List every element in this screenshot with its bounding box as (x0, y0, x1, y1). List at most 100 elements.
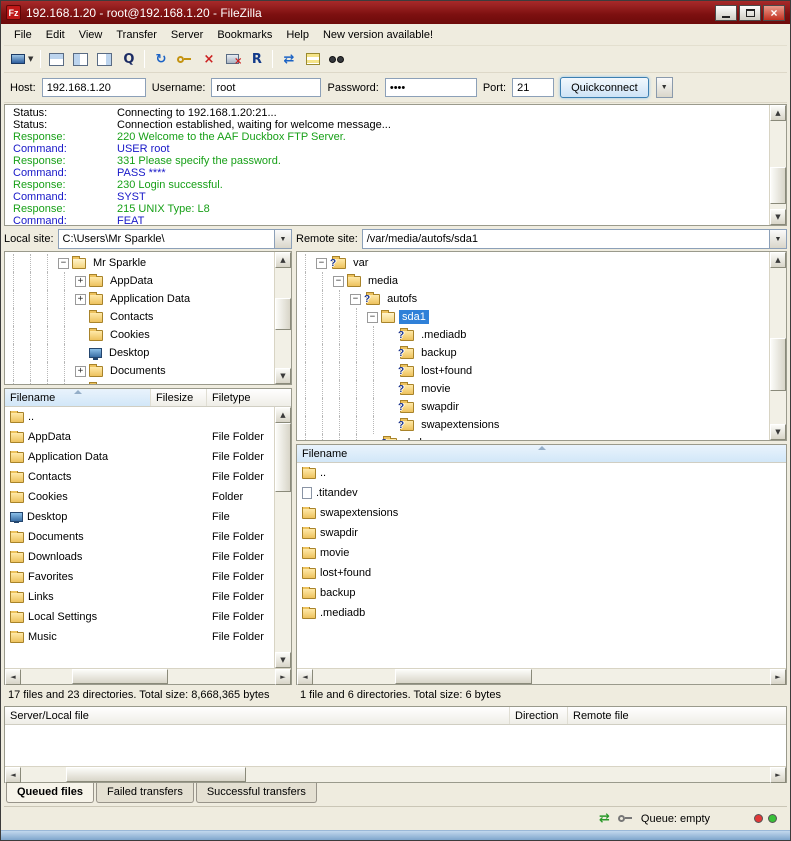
tree-item-contacts[interactable]: Contacts (5, 308, 274, 326)
local-file-row-contacts[interactable]: ContactsFile Folder (5, 467, 274, 487)
remote-file-row-lost-found[interactable]: lost+found (297, 563, 786, 583)
scroll-right-button[interactable] (275, 669, 291, 685)
column-header-filesize[interactable]: Filesize (151, 389, 207, 406)
menu-item-new-version-available[interactable]: New version available! (316, 26, 440, 44)
tree-item-var[interactable]: var (297, 254, 769, 272)
tree-item-lost-found[interactable]: lost+found (297, 362, 769, 380)
scroll-right-button[interactable] (770, 767, 786, 783)
tree-item-label[interactable]: Contacts (107, 310, 156, 324)
titlebar[interactable]: 192.168.1.20 - root@192.168.1.20 - FileZ… (1, 1, 790, 24)
scroll-left-button[interactable] (5, 669, 21, 685)
collapse-icon[interactable] (333, 276, 344, 287)
tree-item-movie[interactable]: movie (297, 380, 769, 398)
quickconnect-button[interactable]: Quickconnect (560, 77, 649, 98)
scroll-track[interactable] (313, 669, 770, 684)
tree-item-label[interactable]: AppData (107, 274, 156, 288)
column-header-filename[interactable]: Filename (5, 389, 151, 406)
tree-item-swapextensions[interactable]: swapextensions (297, 416, 769, 434)
scroll-down-button[interactable] (275, 368, 291, 384)
queue-hscrollbar[interactable] (5, 766, 786, 782)
quickconnect-dropdown-button[interactable] (656, 77, 673, 98)
tree-item-autofs[interactable]: autofs (297, 290, 769, 308)
remote-file-row-item[interactable]: .. (297, 463, 786, 483)
tree-item-sda1[interactable]: sda1 (297, 308, 769, 326)
local-file-row-documents[interactable]: DocumentsFile Folder (5, 527, 274, 547)
collapse-icon[interactable] (350, 294, 361, 305)
menu-item-bookmarks[interactable]: Bookmarks (210, 26, 279, 44)
local-file-row-cookies[interactable]: CookiesFolder (5, 487, 274, 507)
local-file-row-application-data[interactable]: Application DataFile Folder (5, 447, 274, 467)
remote-list-hscrollbar[interactable] (297, 668, 786, 684)
tree-item-mediadb[interactable]: .mediadb (297, 326, 769, 344)
scroll-thumb[interactable] (275, 423, 291, 492)
directory-comparison-button[interactable]: ⇄ (277, 48, 300, 70)
scroll-up-button[interactable] (770, 105, 786, 121)
tree-item-label[interactable]: lost+found (418, 364, 475, 378)
toggle-remote-tree-button[interactable] (93, 48, 116, 70)
menu-item-transfer[interactable]: Transfer (109, 26, 164, 44)
remote-file-row-backup[interactable]: backup (297, 583, 786, 603)
local-file-row-local-settings[interactable]: Local SettingsFile Folder (5, 607, 274, 627)
expand-icon[interactable] (75, 294, 86, 305)
scroll-up-button[interactable] (770, 252, 786, 268)
scroll-down-button[interactable] (770, 424, 786, 440)
expand-icon[interactable] (75, 384, 86, 385)
scroll-down-button[interactable] (770, 209, 786, 225)
cancel-button[interactable]: × (197, 48, 220, 70)
site-manager-button[interactable] (8, 48, 36, 70)
local-list-scrollbar[interactable] (274, 407, 291, 668)
scroll-thumb[interactable] (275, 298, 291, 330)
scroll-track[interactable] (770, 268, 786, 424)
tree-item-cookies[interactable]: Cookies (5, 326, 274, 344)
menu-item-help[interactable]: Help (279, 26, 316, 44)
scroll-left-button[interactable] (5, 767, 21, 783)
maximize-button[interactable] (739, 5, 761, 21)
remote-file-row-movie[interactable]: movie (297, 543, 786, 563)
scroll-down-button[interactable] (275, 652, 291, 668)
tree-item-label[interactable]: Downloads (107, 382, 167, 384)
tree-item-swapdir[interactable]: swapdir (297, 398, 769, 416)
tree-item-label[interactable]: sda1 (399, 310, 429, 324)
local-list-hscrollbar[interactable] (5, 668, 291, 684)
scroll-up-button[interactable] (275, 252, 291, 268)
tree-item-label[interactable]: Documents (107, 364, 169, 378)
scroll-track[interactable] (275, 268, 291, 368)
key-button[interactable] (173, 48, 196, 70)
remote-site-combobox[interactable]: /var/media/autofs/sda1 (362, 229, 787, 249)
log-scrollbar[interactable] (769, 105, 786, 225)
scroll-thumb[interactable] (770, 167, 786, 204)
tree-item-label[interactable]: var (350, 256, 371, 270)
column-header-server-local-file[interactable]: Server/Local file (5, 707, 510, 724)
local-file-row-links[interactable]: LinksFile Folder (5, 587, 274, 607)
close-button[interactable] (763, 5, 785, 21)
expand-icon[interactable] (75, 276, 86, 287)
tree-item-label[interactable]: Cookies (107, 328, 153, 342)
tree-item-media[interactable]: media (297, 272, 769, 290)
tree-item-label[interactable]: Application Data (107, 292, 193, 306)
tree-item-label[interactable]: Mr Sparkle (90, 256, 149, 270)
remote-file-row-swapextensions[interactable]: swapextensions (297, 503, 786, 523)
scroll-thumb[interactable] (770, 338, 786, 391)
scroll-track[interactable] (770, 121, 786, 209)
tree-item-dvd[interactable]: dvd (297, 434, 769, 440)
disconnect-button[interactable] (221, 48, 244, 70)
tree-item-documents[interactable]: Documents (5, 362, 274, 380)
tab-successful-transfers[interactable]: Successful transfers (196, 783, 317, 803)
column-header-remote-file[interactable]: Remote file (568, 707, 786, 724)
tab-failed-transfers[interactable]: Failed transfers (96, 783, 194, 803)
menu-item-server[interactable]: Server (164, 26, 210, 44)
tree-item-application-data[interactable]: Application Data (5, 290, 274, 308)
tree-item-label[interactable]: swapdir (418, 400, 462, 414)
menu-item-file[interactable]: File (7, 26, 39, 44)
local-file-row-music[interactable]: MusicFile Folder (5, 627, 274, 647)
tree-item-label[interactable]: swapextensions (418, 418, 502, 432)
local-file-row-favorites[interactable]: FavoritesFile Folder (5, 567, 274, 587)
scroll-track[interactable] (21, 767, 770, 782)
scroll-thumb[interactable] (72, 669, 169, 684)
scroll-thumb[interactable] (66, 767, 246, 782)
tab-queued-files[interactable]: Queued files (6, 783, 94, 803)
tree-item-mr-sparkle[interactable]: Mr Sparkle (5, 254, 274, 272)
username-input[interactable] (211, 78, 321, 97)
password-input[interactable] (385, 78, 477, 97)
refresh-button[interactable]: ↻ (149, 48, 172, 70)
